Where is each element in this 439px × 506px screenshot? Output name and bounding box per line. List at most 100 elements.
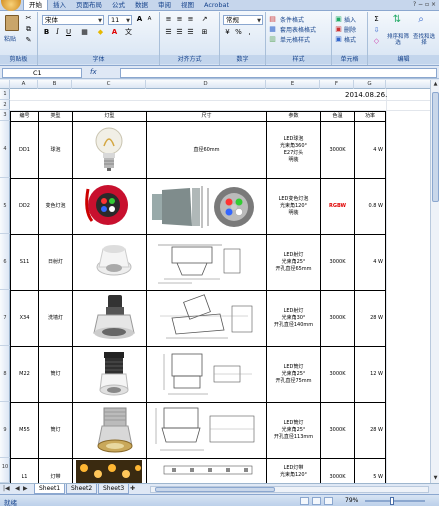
conditional-format-button[interactable]: 条件格式 [280,15,304,24]
format-cells-button[interactable]: 格式 [344,35,356,44]
item-type[interactable]: 球泡 [39,122,72,178]
new-sheet-icon[interactable]: ✚ [130,485,135,492]
item-power[interactable]: 4 W [355,122,385,178]
item-params[interactable]: LED变色灯泡 光束角120° 明装 [267,179,320,234]
row-header-2[interactable]: 2 [0,100,10,110]
item-code[interactable]: DD1 [11,122,38,178]
item-params[interactable]: LED射灯 光束角30° 开孔直径140mm [267,291,320,346]
column-header-b[interactable]: B [38,80,72,89]
paste-button[interactable]: 粘贴 [4,34,16,43]
table-format-button[interactable]: 套用表格格式 [280,25,316,34]
orientation-icon[interactable]: ↗ [200,15,209,24]
horizontal-scroll-thumb[interactable] [155,487,275,492]
item-power[interactable]: 0.8 W [355,179,385,234]
item-type[interactable]: 洗墙灯 [39,291,72,346]
item-size[interactable]: 直径60mm [147,122,266,178]
row-header-3[interactable]: 3 [0,110,10,121]
sheet-tab-3[interactable]: Sheet3 [98,484,130,494]
row-header-10[interactable]: 10 [0,458,10,483]
vertical-scrollbar[interactable]: ▲ ▼ [430,80,439,483]
item-power[interactable]: 12 W [355,347,385,402]
row-header-8[interactable]: 8 [0,346,10,402]
tab-view[interactable]: 视图 [176,0,199,10]
percent-button[interactable]: % [234,28,243,37]
item-type[interactable]: 日射灯 [39,235,72,290]
item-code[interactable]: M55 [11,403,38,458]
tab-home[interactable]: 开始 [23,0,48,10]
align-center-icon[interactable]: ☰ [175,28,184,37]
tab-data[interactable]: 数据 [130,0,153,10]
column-header-d[interactable]: D [146,80,266,89]
horizontal-scrollbar[interactable] [150,486,429,493]
header-params[interactable]: 参数 [267,112,320,121]
name-box[interactable]: C1 [2,68,82,78]
italic-button[interactable]: I [53,28,62,37]
insert-cells-button[interactable]: 插入 [344,15,356,24]
page-break-view-icon[interactable] [324,497,333,505]
column-header-f[interactable]: F [320,80,354,89]
number-format-select[interactable]: 常规 ▼ [223,15,263,25]
item-cct[interactable]: 3000K [321,122,354,178]
scroll-up-icon[interactable]: ▲ [431,80,439,89]
font-color-icon[interactable]: A [110,28,119,37]
worksheet[interactable]: 1 2 3 4 5 6 7 8 9 10 2014.08.26. 编号 类型 灯… [0,89,430,483]
header-type[interactable]: 类型 [39,112,72,121]
tab-formulas[interactable]: 公式 [107,0,130,10]
tab-insert[interactable]: 插入 [48,0,71,10]
autosum-button[interactable]: Σ [372,15,381,24]
item-code[interactable]: X34 [11,291,38,346]
zoom-slider-knob[interactable] [390,497,394,505]
item-params[interactable]: LED灯带 光束角120° [267,461,320,483]
item-cct[interactable]: 3000K [321,291,354,346]
fill-icon[interactable]: ⇩ [372,26,381,35]
align-top-icon[interactable]: ≡ [164,15,173,24]
row-header-6[interactable]: 6 [0,234,10,290]
item-params[interactable]: LED球泡 光束角360° E27灯头 明装 [267,122,320,178]
sheet-tab-2[interactable]: Sheet2 [66,484,98,494]
item-cct[interactable]: 3000K [321,347,354,402]
item-type[interactable]: 灯带 [39,471,72,483]
cell-grid[interactable]: 2014.08.26. 编号 类型 灯型 尺寸 参数 色温 功率 DD1 球泡 … [10,89,430,483]
item-power[interactable]: 28 W [355,403,385,458]
tab-acrobat[interactable]: Acrobat [199,0,234,10]
align-bottom-icon[interactable]: ≡ [186,15,195,24]
item-code[interactable]: L1 [11,471,38,483]
cell-styles-button[interactable]: 单元格样式 [280,35,310,44]
clear-icon[interactable]: ◇ [372,37,381,46]
align-right-icon[interactable]: ☰ [186,28,195,37]
zoom-slider[interactable] [365,500,425,502]
scroll-down-icon[interactable]: ▼ [431,474,439,483]
cut-icon[interactable]: ✂ [24,14,33,23]
find-select-button[interactable]: 查找和选择 [412,34,436,46]
office-button[interactable] [1,0,21,11]
row-header-1[interactable]: 1 [0,89,10,100]
column-header-e[interactable]: E [266,80,320,89]
currency-icon[interactable]: ¥ [223,28,232,37]
font-size-select[interactable]: 11 ▼ [108,15,132,25]
underline-button[interactable]: U [64,28,73,37]
fx-icon[interactable]: fx [90,68,97,76]
select-all-corner[interactable] [0,80,10,89]
header-code[interactable]: 编号 [11,112,38,121]
normal-view-icon[interactable] [300,497,309,505]
format-painter-icon[interactable]: ✎ [24,36,33,45]
item-code[interactable]: M22 [11,347,38,402]
next-sheet-icon[interactable]: ▶ [23,485,28,492]
item-cct[interactable]: 3000K [321,403,354,458]
vertical-scroll-thumb[interactable] [432,92,439,202]
borders-icon[interactable]: ▦ [80,28,89,37]
item-power[interactable]: 4 W [355,235,385,290]
prev-sheet-icon[interactable]: ◀ [15,485,20,492]
row-header-7[interactable]: 7 [0,290,10,346]
item-code[interactable]: DD2 [11,179,38,234]
item-power[interactable]: 5 W [355,471,385,483]
row-header-5[interactable]: 5 [0,178,10,234]
zoom-level[interactable]: 79% [345,497,358,504]
item-type[interactable]: 筒灯 [39,347,72,402]
bold-button[interactable]: B [42,28,51,37]
delete-cells-button[interactable]: 删除 [344,25,356,34]
grow-font-button[interactable]: A [135,15,144,24]
sheet-tab-1[interactable]: Sheet1 [34,484,66,494]
item-type[interactable]: 筒灯 [39,403,72,458]
item-cct-rgbw[interactable]: RGBW [321,179,354,234]
